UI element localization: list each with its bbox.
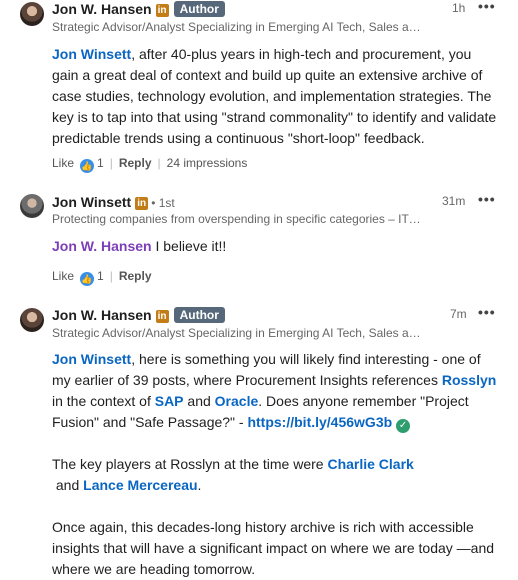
comment-text: Jon Winsett, here is something you will …	[52, 349, 500, 580]
like-button[interactable]: Like	[52, 156, 74, 170]
mention-link[interactable]: SAP	[155, 393, 184, 409]
mention-link[interactable]: Lance Mercereau	[83, 477, 197, 493]
more-options-icon[interactable]: •••	[478, 191, 496, 207]
more-options-icon[interactable]: •••	[478, 304, 496, 320]
like-reaction-icon[interactable]: 👍	[80, 272, 95, 286]
divider: |	[109, 269, 113, 283]
avatar[interactable]	[20, 308, 44, 332]
commenter-headline: Protecting companies from overspending i…	[52, 212, 422, 226]
paragraph: Once again, this decades-long history ar…	[52, 519, 495, 577]
reaction-count[interactable]: 1	[97, 269, 104, 283]
avatar[interactable]	[20, 2, 44, 26]
commenter-headline: Strategic Advisor/Analyst Specializing i…	[52, 20, 422, 34]
mention-link[interactable]: Oracle	[215, 393, 259, 409]
impressions-count[interactable]: 24 impressions	[167, 156, 248, 170]
paragraph: The key players at Rosslyn at the time w…	[52, 456, 414, 493]
more-options-icon[interactable]: •••	[478, 0, 496, 14]
reply-button[interactable]: Reply	[119, 156, 152, 170]
linkedin-premium-icon: in	[135, 197, 149, 210]
mention-link[interactable]: Jon Winsett	[52, 351, 131, 367]
url-link[interactable]: https://bit.ly/456wG3b	[247, 414, 392, 430]
commenter-name[interactable]: Jon W. Hansen in Author	[52, 307, 225, 323]
divider: |	[157, 156, 161, 170]
comment-timestamp: 7m	[450, 307, 467, 321]
connection-degree: • 1st	[151, 196, 175, 210]
like-button[interactable]: Like	[52, 269, 74, 283]
divider: |	[109, 156, 113, 170]
mention-link[interactable]: Charlie Clark	[327, 456, 413, 472]
comment-timestamp: 31m	[442, 194, 466, 208]
mention-link[interactable]: Jon W. Hansen	[52, 238, 152, 254]
comment-actions: Like 👍 1 | Reply	[52, 269, 152, 286]
comment-text: Jon Winsett, after 40-plus years in high…	[52, 46, 497, 146]
verified-link-icon: ✓	[396, 419, 411, 433]
author-badge: Author	[173, 307, 225, 323]
commenter-name[interactable]: Jon W. Hansen in Author	[52, 1, 225, 17]
avatar[interactable]	[20, 194, 44, 218]
mention-link[interactable]: Rosslyn	[442, 372, 496, 388]
comment-text: Jon W. Hansen I believe it!!	[52, 238, 227, 254]
commenter-headline: Strategic Advisor/Analyst Specializing i…	[52, 326, 422, 340]
comment-actions: Like 👍 1 | Reply | 24 impressions	[52, 156, 247, 173]
comment-timestamp: 1h	[452, 1, 466, 15]
reaction-count[interactable]: 1	[97, 156, 104, 170]
paragraph: Jon Winsett, here is something you will …	[52, 351, 497, 433]
mention-link[interactable]: Jon Winsett	[52, 46, 131, 62]
author-badge: Author	[173, 1, 225, 17]
reply-button[interactable]: Reply	[119, 269, 152, 283]
linkedin-premium-icon: in	[155, 4, 169, 17]
commenter-name[interactable]: Jon Winsett in • 1st	[52, 194, 175, 210]
like-reaction-icon[interactable]: 👍	[80, 159, 95, 173]
linkedin-premium-icon: in	[155, 310, 169, 323]
